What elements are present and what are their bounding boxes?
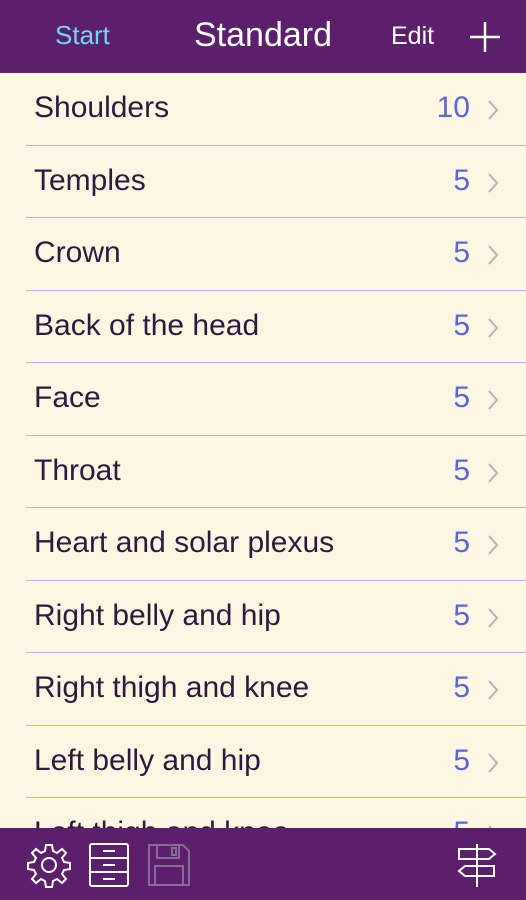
- list-item-label: Back of the head: [34, 308, 260, 342]
- chevron-right-icon: [488, 462, 499, 483]
- list-item-count: 5: [453, 163, 470, 197]
- list-item-count: 5: [453, 308, 470, 342]
- list-item-count: 5: [453, 526, 470, 559]
- list-item-label: Throat: [34, 453, 121, 487]
- list-item[interactable]: Face 5: [0, 363, 526, 436]
- list-item[interactable]: Shoulders 10: [0, 73, 526, 146]
- list-item-label: Right thigh and knee: [34, 671, 310, 704]
- chevron-right-icon: [488, 172, 499, 193]
- list-item[interactable]: Right belly and hip 5: [0, 581, 526, 654]
- position-list: Shoulders 10 Temples 5 Crown 5 Back of t…: [0, 73, 526, 828]
- list-item-count: 10: [436, 91, 470, 124]
- page-title: Standard: [194, 16, 332, 54]
- chevron-right-icon: [488, 535, 499, 555]
- signpost-icon[interactable]: [454, 842, 500, 888]
- list-item-label: Heart and solar plexus: [34, 526, 335, 559]
- list-item-count: 5: [453, 743, 470, 777]
- list-item-label: Left thigh and knee: [34, 816, 289, 828]
- chevron-right-icon: [488, 680, 499, 700]
- chevron-right-icon: [488, 752, 499, 773]
- chevron-right-icon: [488, 245, 499, 265]
- list-item-label: Shoulders: [34, 91, 170, 124]
- list-item-label: Temples: [34, 163, 146, 197]
- list-item[interactable]: Crown 5: [0, 218, 526, 291]
- edit-button[interactable]: Edit: [391, 22, 434, 51]
- list-item-label: Left belly and hip: [34, 743, 261, 777]
- list-item[interactable]: Throat 5: [0, 436, 526, 509]
- list-item[interactable]: Temples 5: [0, 146, 526, 219]
- list-item[interactable]: Left belly and hip 5: [0, 726, 526, 799]
- list-item-count: 5: [453, 381, 470, 414]
- list-item-count: 5: [453, 816, 470, 828]
- navigation-bar: Start Standard Edit: [0, 0, 526, 73]
- list-item-count: 5: [453, 598, 470, 632]
- file-cabinet-icon[interactable]: [86, 842, 132, 888]
- list-item[interactable]: Left thigh and knee 5: [0, 798, 526, 828]
- list-item-count: 5: [453, 671, 470, 704]
- plus-icon[interactable]: [468, 20, 502, 54]
- list-item-label: Face: [34, 381, 101, 414]
- list-item-label: Crown: [34, 236, 121, 269]
- chevron-right-icon: [488, 390, 499, 410]
- gear-icon[interactable]: [26, 842, 72, 888]
- save-disk-icon[interactable]: [146, 842, 192, 888]
- bottom-toolbar: [0, 828, 526, 900]
- list-item[interactable]: Heart and solar plexus 5: [0, 508, 526, 581]
- list-item-count: 5: [453, 236, 470, 269]
- chevron-right-icon: [488, 317, 499, 338]
- chevron-right-icon: [488, 607, 499, 628]
- list-item[interactable]: Back of the head 5: [0, 291, 526, 364]
- list-item-count: 5: [453, 453, 470, 487]
- chevron-right-icon: [488, 100, 499, 120]
- list-item-label: Right belly and hip: [34, 598, 281, 632]
- list-item[interactable]: Right thigh and knee 5: [0, 653, 526, 726]
